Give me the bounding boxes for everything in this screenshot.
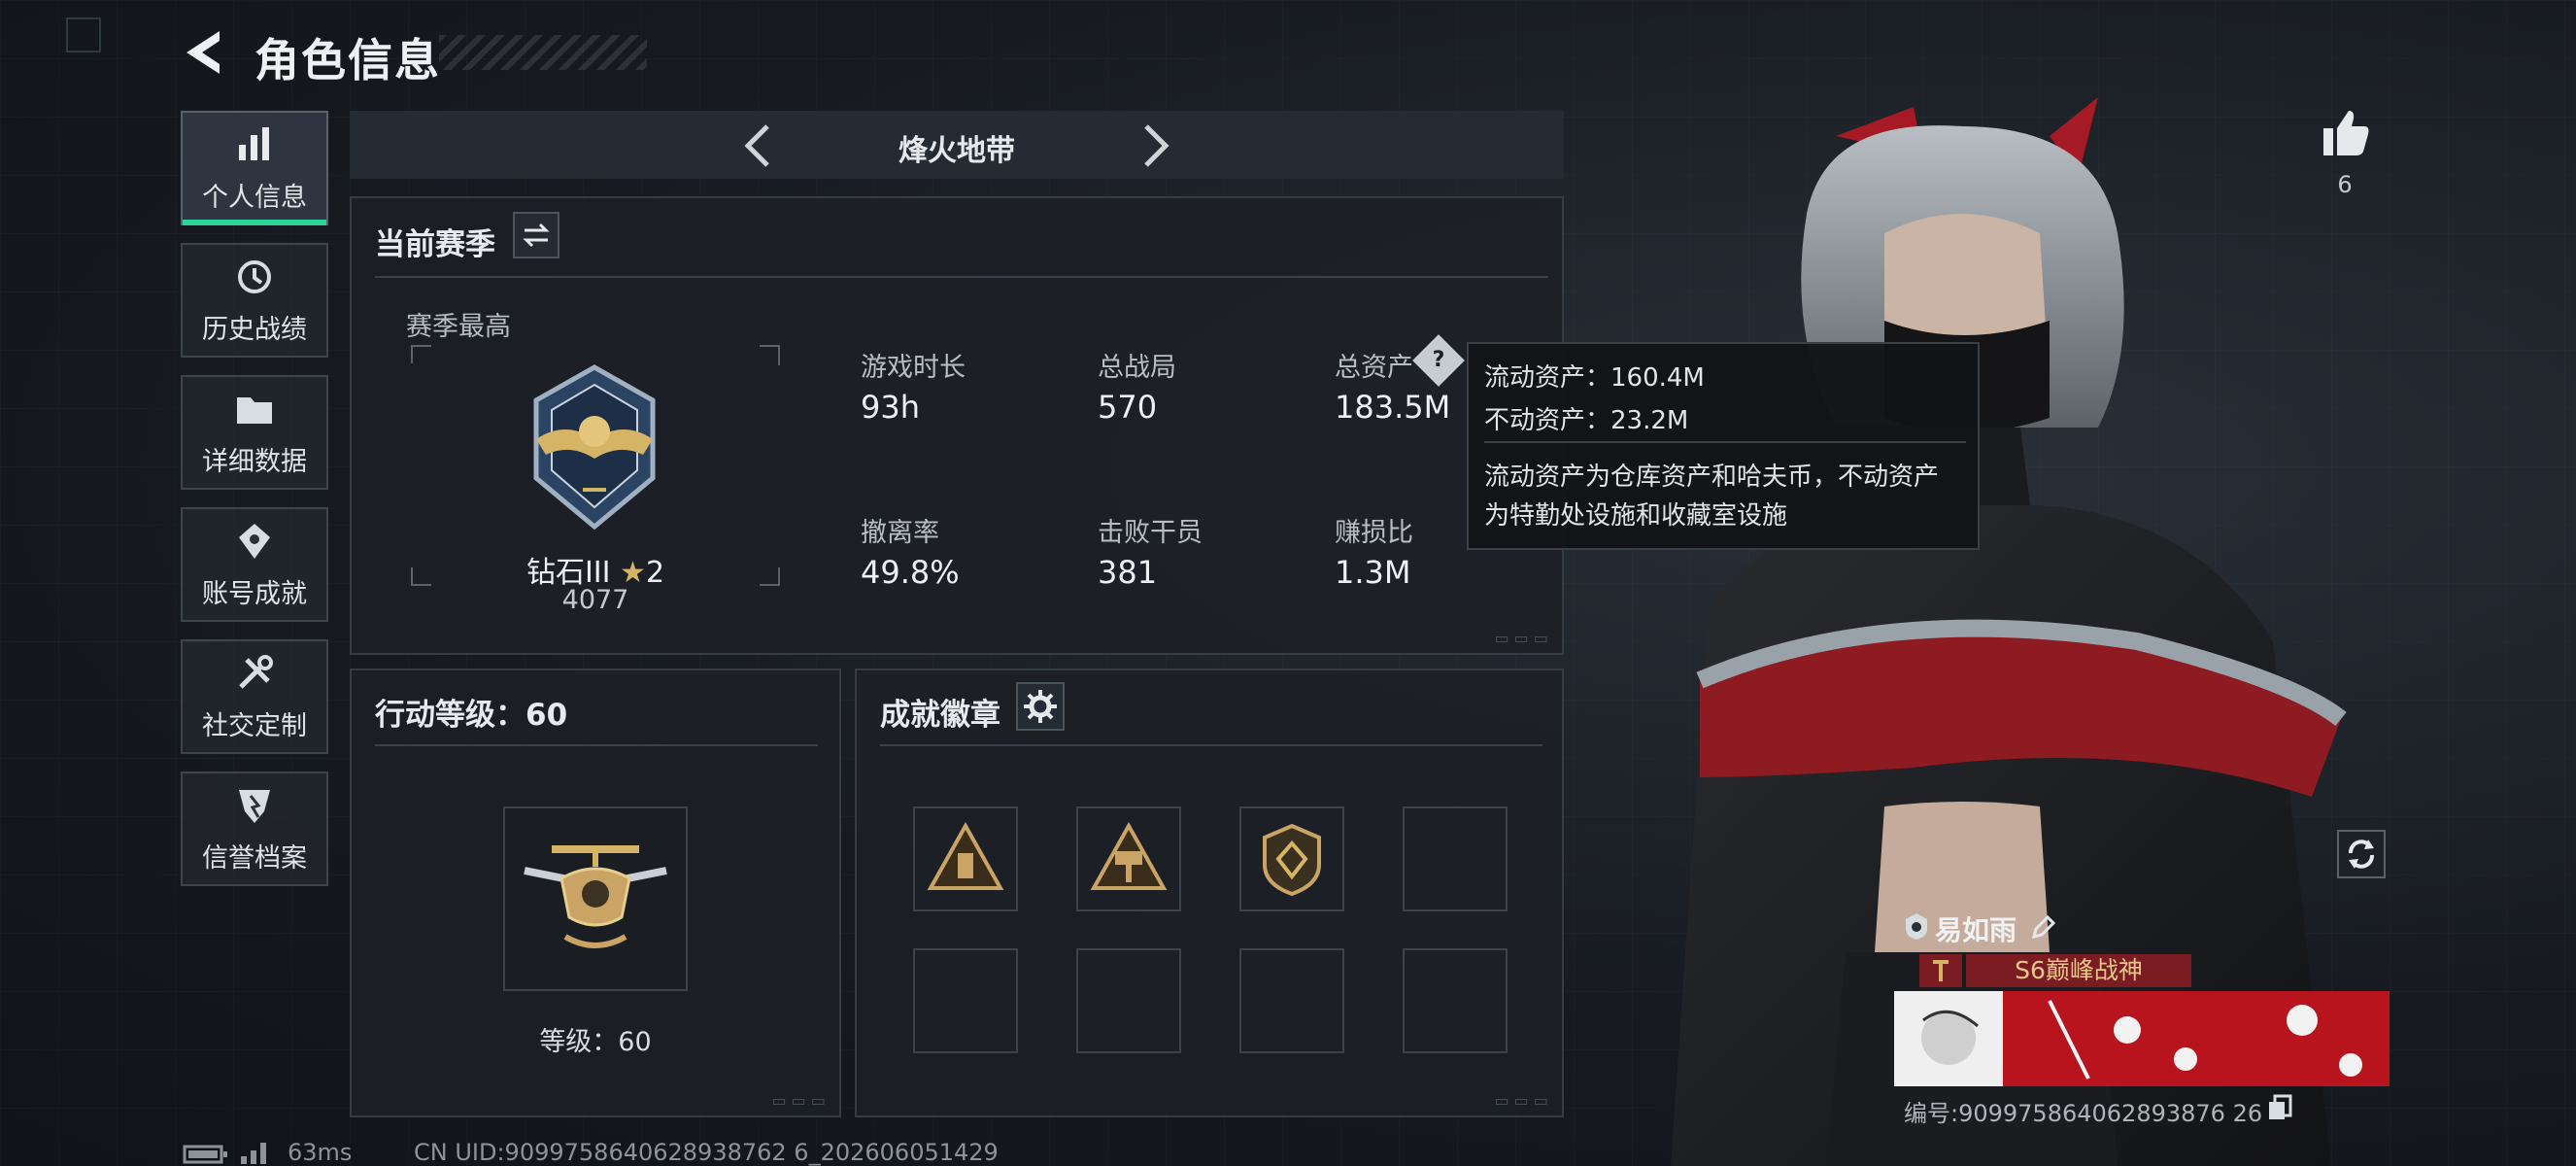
sidebar-item-label: 账号成就 bbox=[202, 578, 307, 609]
panel-corner-decoration: ▭ ▭ ▭ bbox=[771, 1091, 826, 1110]
back-arrow-icon[interactable] bbox=[181, 27, 229, 78]
battery-icon bbox=[183, 1145, 227, 1164]
stat-label-playtime: 游戏时长 bbox=[861, 353, 966, 383]
turret-badge-icon bbox=[1090, 821, 1168, 890]
title-stripe-decoration bbox=[439, 35, 647, 70]
season-best-label: 赛季最高 bbox=[406, 312, 511, 342]
badge-slot-empty[interactable] bbox=[1403, 806, 1508, 911]
rotate-model-button[interactable] bbox=[2337, 830, 2386, 878]
banner-artwork bbox=[1921, 1000, 2362, 1080]
achievements-title: 成就徽章 bbox=[880, 698, 1000, 733]
tooltip-desc-line2: 为特勤处设施和收藏室设施 bbox=[1484, 501, 1788, 531]
level-text: 等级：60 bbox=[539, 1027, 652, 1057]
action-level-title: 行动等级：60 bbox=[375, 698, 568, 733]
badge-slot-empty[interactable] bbox=[1239, 948, 1344, 1053]
stat-value-total-matches: 570 bbox=[1098, 389, 1158, 426]
sidebar-item-achievements[interactable]: 账号成就 bbox=[181, 507, 328, 622]
profile-banner bbox=[1894, 991, 2390, 1086]
mode-tab-bar: 烽火地带 bbox=[350, 111, 1564, 179]
stat-label-total-matches: 总战局 bbox=[1098, 353, 1176, 383]
tooltip-fixed-assets: 不动资产：23.2M bbox=[1484, 406, 1689, 435]
shield-badge-icon bbox=[1263, 823, 1321, 897]
divider bbox=[880, 744, 1542, 746]
triangle-badge-icon bbox=[927, 821, 1004, 890]
chevron-right-icon[interactable] bbox=[1136, 122, 1175, 169]
sidebar-item-label: 历史战绩 bbox=[202, 314, 307, 345]
sidebar-item-label: 信誉档案 bbox=[202, 842, 307, 874]
edit-pencil-icon[interactable] bbox=[2030, 913, 2057, 941]
badge-slot-empty[interactable] bbox=[1403, 948, 1508, 1053]
tools-icon bbox=[239, 654, 273, 689]
copy-icon[interactable] bbox=[2267, 1094, 2292, 1121]
signal-strength-icon bbox=[241, 1143, 266, 1164]
assets-tooltip: 流动资产：160.4M 不动资产：23.2M 流动资产为仓库资产和哈夫币，不动资… bbox=[1467, 342, 1980, 550]
swap-icon bbox=[523, 223, 550, 248]
panel-corner-decoration: ▭ ▭ ▭ bbox=[1494, 1091, 1548, 1110]
divider bbox=[375, 276, 1548, 278]
player-card: 易如雨 S6巅峰战神 bbox=[1894, 906, 2390, 1100]
season-panel: 当前赛季 赛季最高 钻石III ★2 4077 游戏时长 93h 总战局 570… bbox=[350, 196, 1564, 655]
player-rank-small-icon bbox=[1906, 913, 1927, 940]
stat-value-extraction-rate: 49.8% bbox=[861, 554, 960, 591]
network-ping: 63ms bbox=[288, 1139, 353, 1166]
corner-decoration bbox=[66, 17, 101, 52]
sidebar-item-personal-info[interactable]: 个人信息 bbox=[181, 111, 328, 225]
action-level-panel: 行动等级：60 等级：60 ▭ ▭ ▭ bbox=[350, 669, 841, 1117]
player-name: 易如雨 bbox=[1935, 914, 2017, 946]
stat-label-extraction-rate: 撤离率 bbox=[861, 518, 939, 548]
level-emblem-frame bbox=[503, 806, 688, 991]
badge-slot-empty[interactable] bbox=[1076, 948, 1181, 1053]
sidebar-item-label: 详细数据 bbox=[202, 446, 307, 477]
tooltip-divider bbox=[1484, 441, 1966, 443]
badge-slot-empty[interactable] bbox=[913, 948, 1018, 1053]
pillar-icon bbox=[1933, 960, 1949, 981]
badge-slot[interactable] bbox=[1239, 806, 1344, 911]
page-title: 角色信息 bbox=[254, 34, 441, 86]
sidebar-item-label: 社交定制 bbox=[202, 710, 307, 741]
title-badge-icon-bg bbox=[1919, 954, 1962, 987]
badge-settings-button[interactable] bbox=[1016, 682, 1065, 731]
likes-count: 6 bbox=[2337, 171, 2353, 198]
stat-value-profit-ratio: 1.3M bbox=[1335, 554, 1411, 591]
diamond-rank-emblem-icon bbox=[533, 364, 656, 531]
title-badge: S6巅峰战神 bbox=[1966, 954, 2191, 987]
folder-icon bbox=[237, 396, 272, 424]
shield-badge-icon bbox=[239, 789, 270, 823]
stat-value-playtime: 93h bbox=[861, 389, 920, 426]
sidebar-item-social-customize[interactable]: 社交定制 bbox=[181, 639, 328, 754]
stat-label-total-assets: 总资产 bbox=[1335, 353, 1413, 383]
question-mark-glyph: ? bbox=[1432, 348, 1445, 372]
badge-slot[interactable] bbox=[1076, 806, 1181, 911]
thumbs-up-icon[interactable] bbox=[2318, 105, 2372, 159]
rank-points: 4077 bbox=[561, 585, 629, 615]
rotate-icon bbox=[2349, 840, 2374, 869]
stat-label-operators-defeated: 击败干员 bbox=[1098, 518, 1203, 548]
switch-season-button[interactable] bbox=[513, 212, 559, 258]
client-uid: CN UID:9099758640628938762 6_20260605142… bbox=[414, 1139, 999, 1166]
badge-slot[interactable] bbox=[913, 806, 1018, 911]
stat-value-operators-defeated: 381 bbox=[1098, 554, 1158, 591]
tooltip-desc-line1: 流动资产为仓库资产和哈夫币，不动资产 bbox=[1484, 463, 1940, 492]
mode-title: 烽火地带 bbox=[898, 134, 1015, 168]
bar-chart-icon bbox=[239, 126, 269, 160]
season-title: 当前赛季 bbox=[375, 227, 495, 262]
divider bbox=[375, 744, 818, 746]
sidebar-item-label: 个人信息 bbox=[202, 182, 307, 213]
stat-label-profit-ratio: 赚损比 bbox=[1335, 518, 1413, 548]
panel-corner-decoration: ▭ ▭ ▭ bbox=[1494, 629, 1548, 647]
achievement-icon bbox=[239, 523, 270, 559]
tooltip-liquid-assets: 流动资产：160.4M bbox=[1484, 363, 1705, 393]
helicopter-level-emblem-icon bbox=[524, 845, 667, 948]
achievements-panel: 成就徽章 ▭ ▭ ▭ bbox=[855, 669, 1564, 1117]
gear-icon bbox=[1024, 690, 1057, 723]
clock-history-icon bbox=[238, 259, 271, 293]
player-id: 编号:909975864062893876 26 bbox=[1904, 1100, 2263, 1127]
stat-value-total-assets: 183.5M bbox=[1335, 389, 1451, 426]
sidebar-item-detailed-data[interactable]: 详细数据 bbox=[181, 375, 328, 490]
sidebar-item-history[interactable]: 历史战绩 bbox=[181, 243, 328, 358]
sidebar-item-credit-file[interactable]: 信誉档案 bbox=[181, 772, 328, 886]
